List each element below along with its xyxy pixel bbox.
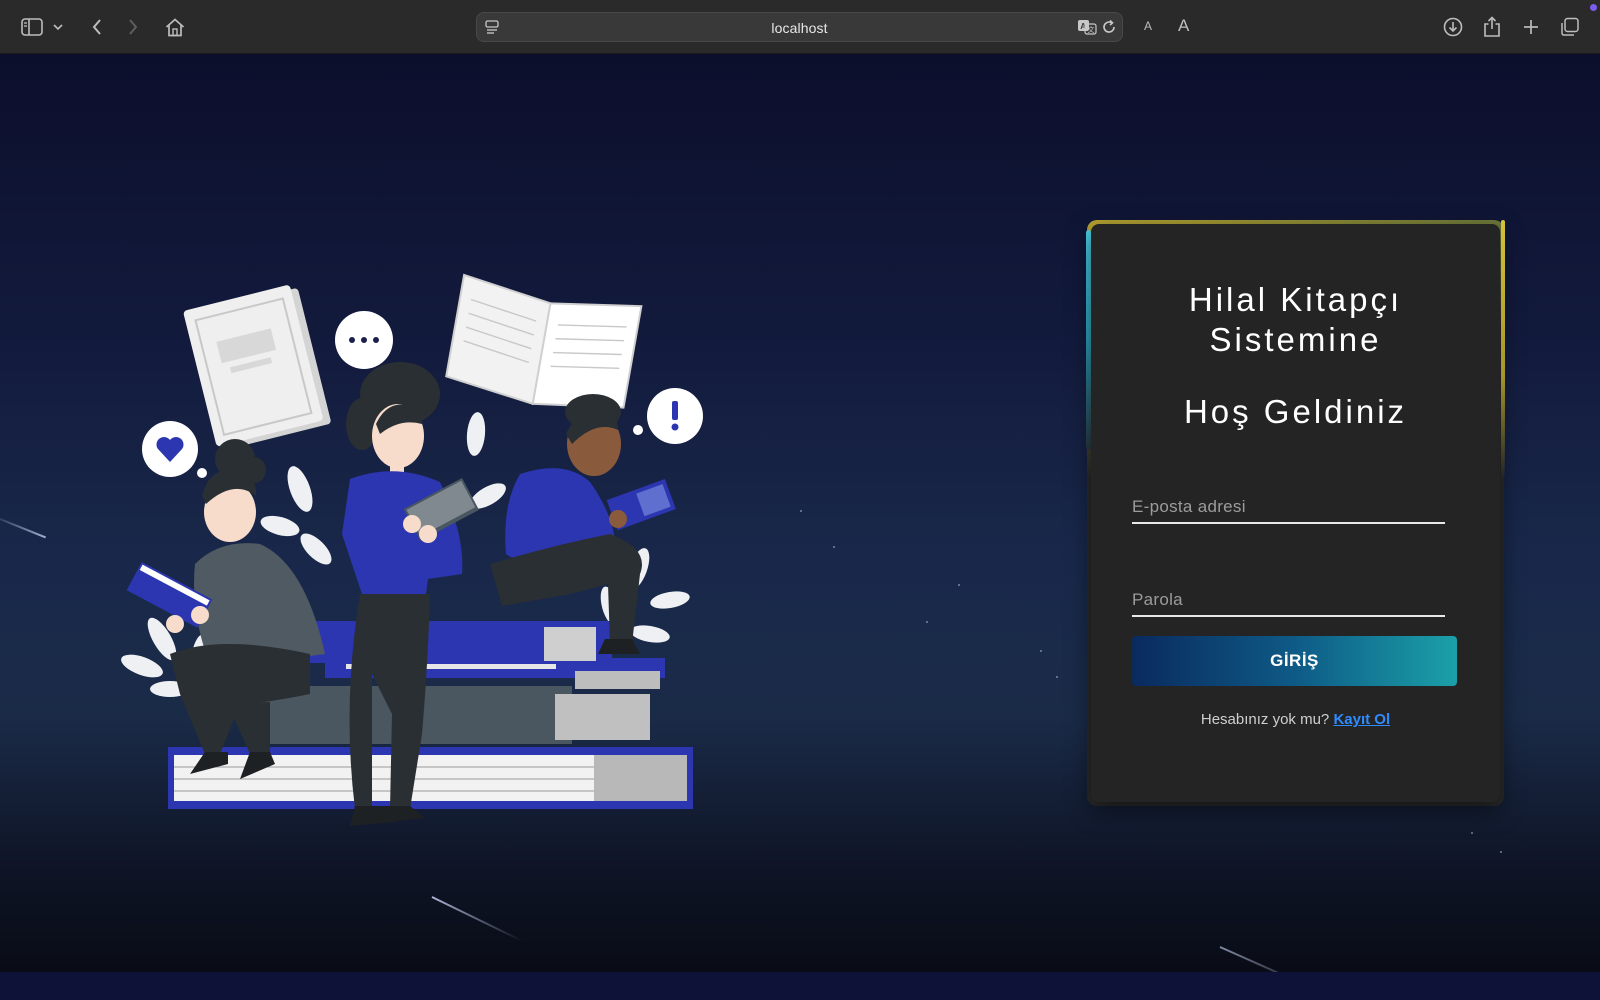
share-icon[interactable] [1478, 13, 1506, 41]
password-field[interactable] [1132, 577, 1445, 617]
reading-people-illustration [121, 273, 703, 826]
login-button[interactable]: GİRİŞ [1132, 636, 1457, 686]
signup-prompt-text: Hesabınız yok mu? [1200, 711, 1330, 728]
star [1056, 676, 1058, 678]
star [926, 621, 928, 623]
shooting-star [431, 896, 523, 942]
shooting-star [1219, 946, 1312, 972]
star [1040, 650, 1042, 652]
tabs-overview-icon[interactable] [1556, 13, 1584, 41]
password-input[interactable] [1132, 577, 1445, 615]
url-text[interactable]: localhost [477, 20, 1122, 36]
login-card-frame: Hilal Kitapçı Sistemine Hoş Geldiniz GİR… [1086, 220, 1505, 806]
svg-text:文: 文 [1088, 25, 1095, 34]
login-title: Hilal Kitapçı Sistemine [1091, 280, 1500, 360]
chevron-left-icon[interactable] [83, 13, 111, 41]
star [833, 546, 835, 548]
shooting-star [0, 514, 47, 539]
signup-link[interactable]: Kayıt Ol [1333, 711, 1390, 728]
title-line-2: Sistemine [1209, 321, 1382, 358]
address-bar[interactable]: localhost A文 [476, 12, 1123, 42]
plus-icon[interactable] [1517, 13, 1545, 41]
browser-toolbar: localhost A文 A A [0, 0, 1600, 54]
increase-font-button[interactable]: A [1178, 16, 1189, 36]
signup-prompt: Hesabınız yok mu? Kayıt Ol [1091, 711, 1500, 728]
notification-dot [1590, 4, 1597, 11]
title-line-1: Hilal Kitapçı [1188, 281, 1403, 318]
chevron-down-icon[interactable] [48, 13, 68, 41]
sidebar-icon[interactable] [18, 13, 46, 41]
star [1500, 851, 1502, 853]
star [1471, 832, 1473, 834]
download-icon[interactable] [1439, 13, 1467, 41]
reload-icon[interactable] [1101, 19, 1117, 40]
chevron-right-icon[interactable] [119, 13, 147, 41]
translate-icon[interactable]: A文 [1077, 19, 1097, 40]
bottom-strip [0, 972, 1600, 1000]
login-page: Hilal Kitapçı Sistemine Hoş Geldiniz GİR… [0, 54, 1600, 972]
email-input[interactable] [1132, 484, 1445, 522]
welcome-heading: Hoş Geldiniz [1183, 393, 1408, 430]
decrease-font-button[interactable]: A [1144, 19, 1152, 33]
login-card: Hilal Kitapçı Sistemine Hoş Geldiniz GİR… [1091, 224, 1500, 802]
home-icon[interactable] [161, 13, 189, 41]
email-field[interactable] [1132, 484, 1445, 524]
star [958, 584, 960, 586]
star [800, 510, 802, 512]
